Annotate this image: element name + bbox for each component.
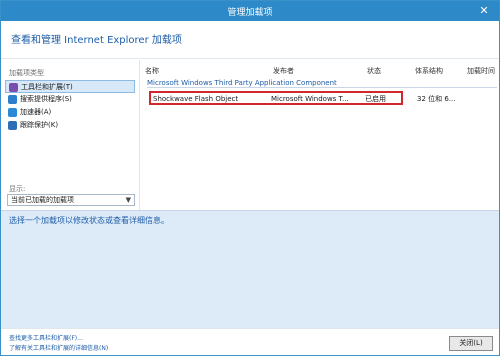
column-header-name[interactable]: 名称 [145,66,159,76]
sidebar-item-tracking-protection[interactable]: 跟踪保护(K) [5,119,135,132]
sidebar-item-label: 工具栏和扩展(T) [21,83,73,91]
group-divider [147,87,497,88]
show-label: 显示: [9,185,26,193]
group-title: Microsoft Windows Third Party Applicatio… [147,79,337,87]
cell-name: Shockwave Flash Object [153,95,239,103]
pane-divider[interactable] [139,60,140,210]
close-button[interactable]: 关闭(L) [449,336,493,351]
cell-architecture: 32 位和 6... [417,95,456,103]
sidebar-item-label: 搜索提供程序(S) [20,95,72,103]
title-bar[interactable]: 管理加载项 ✕ [1,1,499,21]
cell-status: 已启用 [365,95,386,103]
page-title: 查看和管理 Internet Explorer 加载项 [11,35,182,46]
column-headers: 名称 发布者 状态 体系结构 加载时间 [141,66,499,76]
table-row[interactable]: Shockwave Flash Object Microsoft Windows… [149,91,403,105]
show-dropdown-value: 当前已加载的加载项 [11,196,74,204]
footer: 查找更多工具栏和扩展(F)... 了解有关工具栏和扩展的详细信息(N) 关闭(L… [1,328,499,355]
show-dropdown[interactable]: 当前已加载的加载项 ▼ [7,194,135,206]
column-header-architecture[interactable]: 体系结构 [415,66,443,76]
manage-addons-window: 管理加载项 ✕ 查看和管理 Internet Explorer 加载项 加载项类… [0,0,500,356]
sidebar-item-toolbars-extensions[interactable]: 工具栏和扩展(T) [5,80,135,93]
learn-more-link[interactable]: 了解有关工具栏和扩展的详细信息(N) [9,343,108,352]
sidebar: 加载项类型 工具栏和扩展(T) 搜索提供程序(S) 加速器(A) 跟踪保护(K)… [1,60,139,210]
shield-icon [8,121,17,130]
details-hint: 选择一个加载项以修改状态或查看详细信息。 [9,216,169,225]
chevron-down-icon: ▼ [125,196,131,204]
sidebar-item-search-providers[interactable]: 搜索提供程序(S) [5,93,135,106]
column-header-publisher[interactable]: 发布者 [273,66,294,76]
gear-icon [9,83,18,92]
accelerator-icon [8,108,17,117]
addon-list-pane: 名称 发布者 状态 体系结构 加载时间 Microsoft Windows Th… [141,60,499,210]
sidebar-item-label: 加速器(A) [20,108,52,116]
sidebar-item-label: 跟踪保护(K) [20,121,59,129]
column-header-status[interactable]: 状态 [367,66,381,76]
close-icon[interactable]: ✕ [469,1,499,21]
cell-publisher: Microsoft Windows T... [271,95,349,103]
find-more-link[interactable]: 查找更多工具栏和扩展(F)... [9,333,83,342]
sidebar-item-accelerators[interactable]: 加速器(A) [5,106,135,119]
addon-type-list: 工具栏和扩展(T) 搜索提供程序(S) 加速器(A) 跟踪保护(K) [5,80,135,132]
addon-types-label: 加载项类型 [9,69,44,77]
details-pane: 选择一个加载项以修改状态或查看详细信息。 [1,210,499,328]
window-title: 管理加载项 [227,8,273,18]
search-icon [8,95,17,104]
header: 查看和管理 Internet Explorer 加载项 [1,21,499,59]
column-header-load-time[interactable]: 加载时间 [467,66,495,76]
